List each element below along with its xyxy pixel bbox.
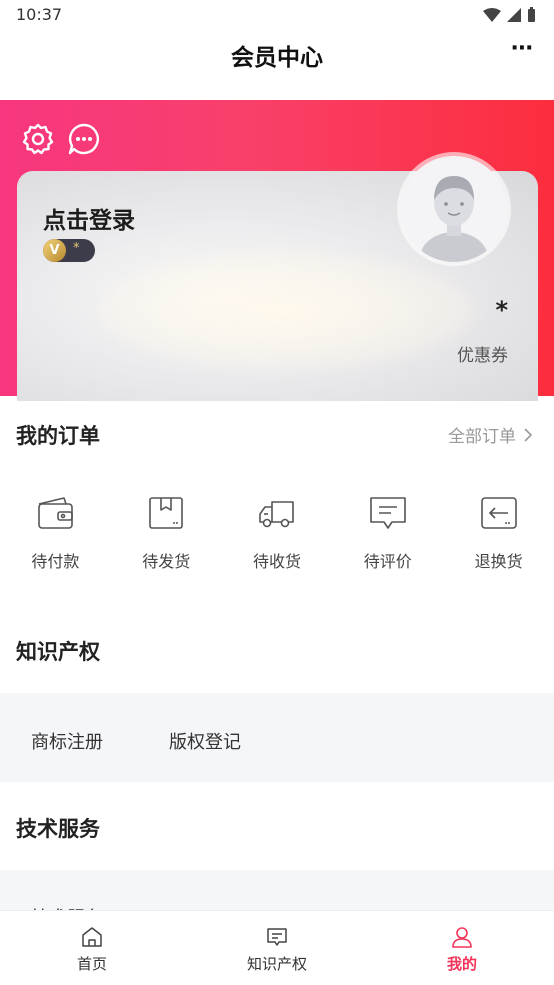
chevron-right-icon — [524, 427, 532, 442]
battery-icon — [528, 7, 535, 22]
more-icon[interactable]: ⋯ — [511, 36, 534, 61]
ip-links-band: 商标注册 版权登记 — [0, 693, 554, 782]
coupon-count[interactable]: * — [495, 296, 508, 324]
order-pending-review[interactable]: 待评价 — [332, 492, 443, 572]
member-header: 点击登录 V * * 优惠券 — [0, 100, 554, 401]
card-sheen — [97, 251, 477, 371]
wallet-icon — [38, 497, 74, 529]
level-value: * — [73, 241, 80, 256]
tech-section-title: 技术服务 — [16, 817, 100, 841]
return-icon — [480, 497, 517, 529]
coupon-label[interactable]: 优惠券 — [457, 341, 508, 366]
order-pending-shipment[interactable]: 待发货 — [111, 492, 222, 572]
status-time: 10:37 — [16, 5, 63, 24]
status-icons — [483, 7, 536, 23]
tab-ip[interactable]: 知识产权 — [217, 925, 337, 974]
person-icon — [452, 927, 472, 948]
all-orders-link[interactable]: 全部订单 — [448, 422, 532, 447]
comment-icon — [369, 497, 406, 529]
avatar-placeholder-icon — [420, 176, 488, 262]
tab-label: 知识产权 — [246, 955, 307, 973]
order-label: 待付款 — [31, 552, 80, 571]
vip-coin-icon: V — [43, 239, 66, 262]
package-icon — [149, 497, 183, 529]
tab-label: 我的 — [446, 955, 477, 973]
order-label: 退换货 — [474, 552, 523, 571]
avatar[interactable] — [401, 156, 507, 262]
order-label: 待评价 — [363, 552, 412, 571]
tab-home[interactable]: 首页 — [32, 925, 152, 974]
signal-icon — [507, 8, 521, 22]
all-orders-label: 全部订单 — [448, 427, 516, 447]
order-label: 待发货 — [142, 552, 191, 571]
level-badge: V * — [43, 239, 95, 262]
ip-section-title: 知识产权 — [16, 640, 100, 664]
tab-mine[interactable]: 我的 — [402, 925, 522, 974]
order-pending-payment[interactable]: 待付款 — [0, 492, 111, 572]
orders-title: 我的订单 — [16, 424, 100, 448]
chat-icon[interactable] — [67, 122, 101, 156]
status-bar: 10:37 — [0, 0, 554, 30]
order-pending-receipt[interactable]: 待收货 — [222, 492, 333, 572]
home-icon — [82, 927, 102, 947]
order-label: 待收货 — [252, 552, 301, 571]
bottom-tab-bar: 首页 知识产权 我的 — [0, 910, 554, 985]
nav-bar: 会员中心 ⋯ — [0, 30, 554, 100]
order-status-row: 待付款 待发货 待收货 待评价 退换货 — [0, 492, 554, 572]
truck-icon — [259, 501, 294, 528]
message-icon — [267, 928, 287, 946]
order-returns[interactable]: 退换货 — [443, 492, 554, 572]
copyright-registration-link[interactable]: 版权登记 — [169, 728, 241, 754]
page-title: 会员中心 — [231, 45, 323, 71]
wifi-icon — [483, 8, 501, 22]
settings-icon[interactable] — [21, 122, 55, 156]
login-link[interactable]: 点击登录 — [43, 201, 135, 235]
trademark-registration-link[interactable]: 商标注册 — [31, 728, 103, 754]
tab-label: 首页 — [76, 955, 107, 973]
